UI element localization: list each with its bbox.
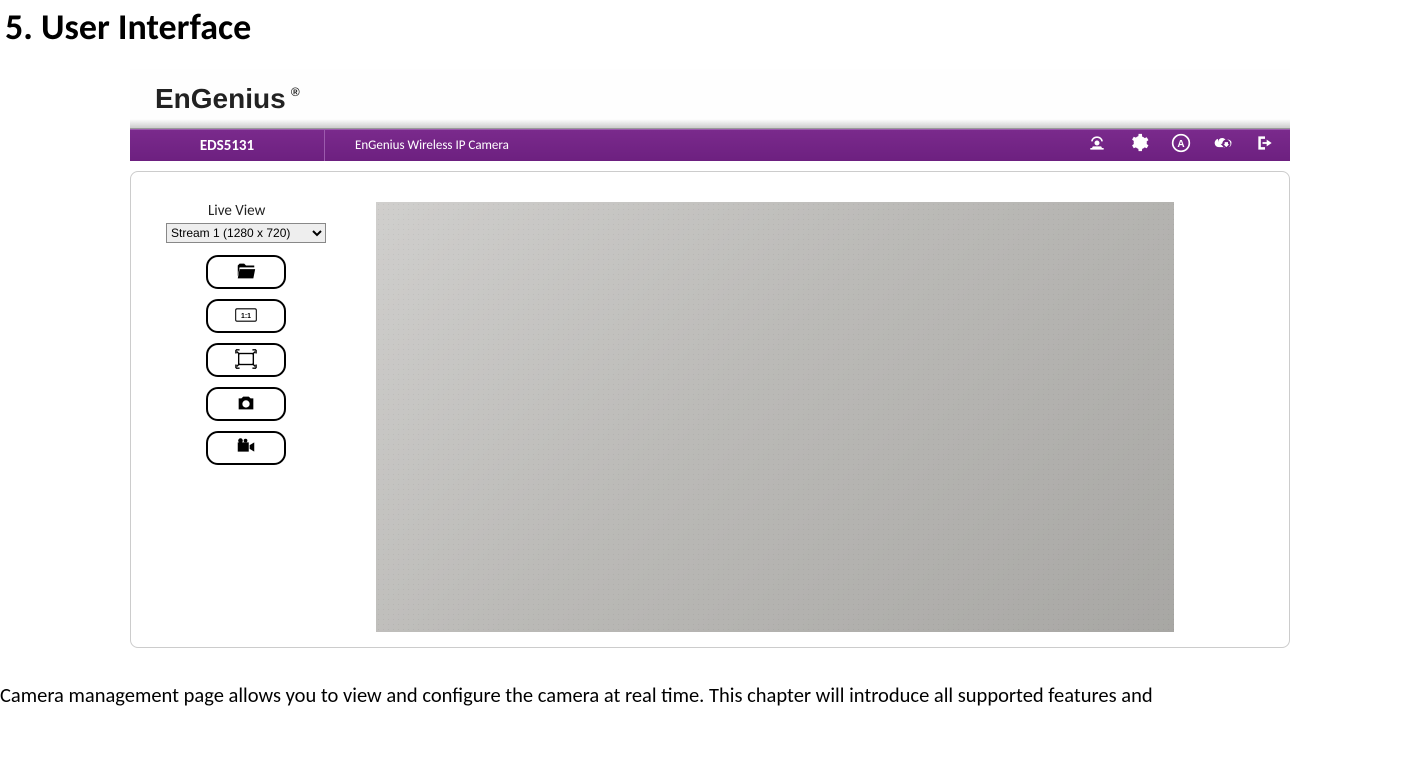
- record-button[interactable]: [206, 431, 286, 465]
- cloud-download-icon[interactable]: [1213, 133, 1233, 158]
- stream-select[interactable]: Stream 1 (1280 x 720): [166, 223, 326, 243]
- header-bar: EDS5131 EnGenius Wireless IP Camera A: [130, 129, 1290, 161]
- registered-mark: ®: [291, 85, 300, 99]
- logo-bar: EnGenius ®: [130, 69, 1290, 129]
- auto-mode-icon[interactable]: A: [1171, 133, 1191, 158]
- model-label: EDS5131: [130, 130, 325, 161]
- ui-screenshot: EnGenius ® EDS5131 EnGenius Wireless IP C…: [130, 69, 1290, 648]
- actual-size-button[interactable]: 1:1: [206, 299, 286, 333]
- folder-button[interactable]: [206, 255, 286, 289]
- gear-icon[interactable]: [1129, 133, 1149, 158]
- liveview-icon[interactable]: [1087, 133, 1107, 158]
- one-to-one-icon: 1:1: [235, 304, 257, 329]
- video-camera-icon: [235, 436, 257, 461]
- chapter-heading: 5. User Interface: [5, 5, 1402, 49]
- snapshot-button[interactable]: [206, 387, 286, 421]
- logo-text: EnGenius: [155, 83, 286, 114]
- svg-text:A: A: [1177, 139, 1184, 150]
- control-sidebar: Live View Stream 1 (1280 x 720) 1:1: [166, 202, 336, 632]
- nav-icon-group: A: [1087, 133, 1275, 158]
- content-panel: Live View Stream 1 (1280 x 720) 1:1: [130, 171, 1290, 648]
- fullscreen-icon: [235, 348, 257, 373]
- live-view-label: Live View: [208, 202, 336, 220]
- device-description: EnGenius Wireless IP Camera: [355, 138, 509, 153]
- camera-icon: [235, 392, 257, 417]
- brand-logo: EnGenius®: [155, 83, 286, 115]
- svg-text:1:1: 1:1: [241, 312, 251, 319]
- body-paragraph: Camera management page allows you to vie…: [0, 682, 1402, 708]
- folder-icon: [235, 260, 257, 285]
- logout-icon[interactable]: [1255, 133, 1275, 158]
- video-preview: [376, 202, 1174, 632]
- fullscreen-button[interactable]: [206, 343, 286, 377]
